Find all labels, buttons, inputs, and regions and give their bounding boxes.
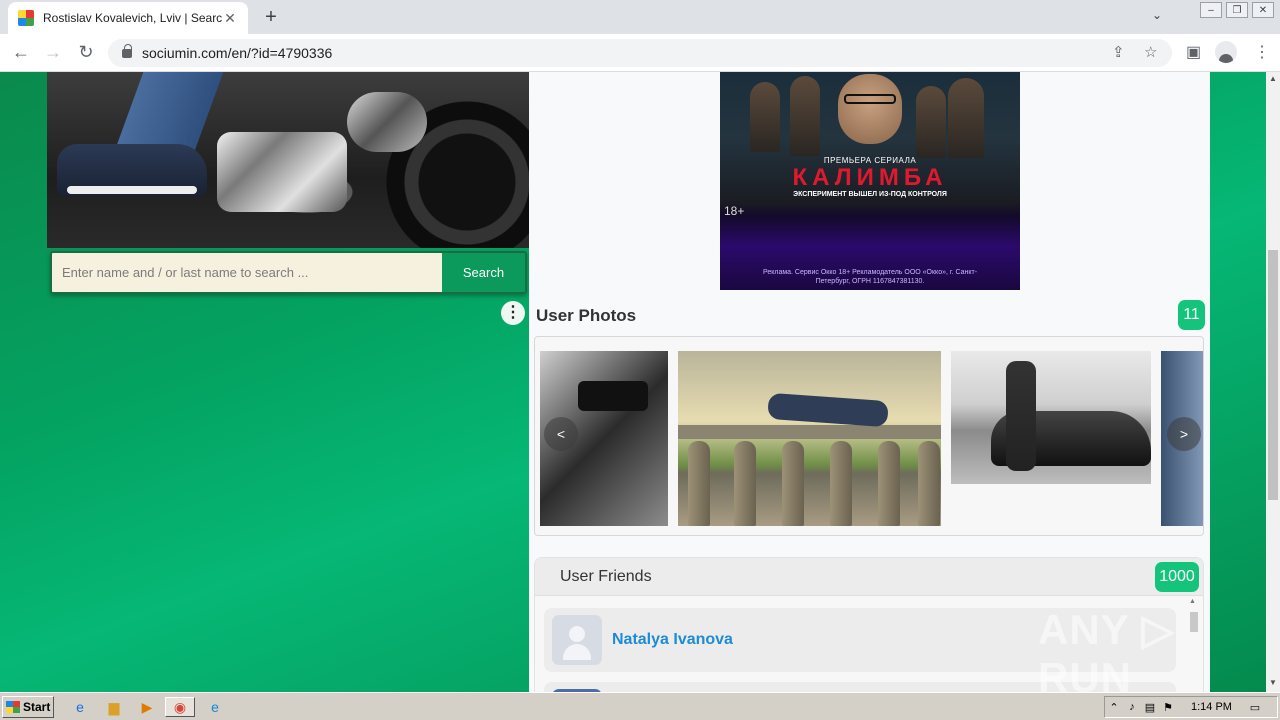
network-icon[interactable]: ▤ — [1141, 701, 1159, 714]
forward-arrow-icon[interactable]: → — [42, 42, 64, 63]
site-favicon-icon — [18, 10, 34, 26]
window-controls: – ❐ ✕ — [1200, 2, 1274, 18]
profile-avatar-icon[interactable] — [1215, 41, 1237, 63]
url-text: sociumin.com/en/?id=4790336 — [142, 45, 333, 61]
more-options-icon[interactable]: ⋮ — [501, 301, 525, 325]
user-photo[interactable] — [951, 351, 1151, 484]
clock[interactable]: 1:14 PM — [1191, 701, 1232, 713]
search-form: Enter name and / or last name to search … — [50, 251, 527, 294]
chrome-menu-icon[interactable]: ⋮ — [1254, 42, 1270, 62]
back-arrow-icon[interactable]: ← — [10, 42, 32, 63]
media-player-icon[interactable]: ▶ — [137, 697, 157, 717]
windows-logo-icon — [6, 701, 20, 713]
tab-title: Rostislav Kovalevich, Lviv | Search I — [43, 11, 222, 25]
profile-content-column: ПРЕМЬЕРА СЕРИАЛА КАЛИМБА ЭКСПЕРИМЕНТ ВЫШ… — [529, 72, 1210, 692]
anyrun-watermark: ANY ▷ RUN — [1038, 606, 1175, 692]
share-icon[interactable]: ⇪ — [1112, 43, 1125, 61]
system-tray: ⌃ ♪ ▤ ⚑ 1:14 PM ▭ — [1104, 696, 1278, 718]
user-friends-heading: User Friends — [560, 568, 652, 585]
page-scrollbar[interactable]: ▲ ▼ — [1266, 72, 1280, 692]
browser-toolbar: ← → ↻ sociumin.com/en/?id=4790336 ⇪ ☆ ▣ … — [0, 34, 1280, 72]
restore-button[interactable]: ❐ — [1226, 2, 1248, 18]
photo-carousel: < > — [534, 336, 1204, 536]
new-tab-button[interactable]: + — [260, 6, 282, 29]
ad-age-rating: 18+ — [724, 204, 745, 218]
friend-name-link[interactable]: Natalya Ivanova — [612, 631, 733, 649]
chrome-taskbar-icon[interactable]: ◉ — [165, 697, 195, 717]
action-center-flag-icon[interactable]: ⚑ — [1159, 701, 1177, 714]
carousel-next-button[interactable]: > — [1167, 417, 1201, 451]
reload-icon[interactable]: ↻ — [75, 42, 97, 63]
side-panel-icon[interactable]: ▣ — [1186, 42, 1201, 62]
friend-avatar-icon — [552, 615, 602, 665]
ad-legal-text: Реклама. Сервис Окко 18+ Рекламодатель О… — [762, 269, 978, 285]
tab-search-chevron-icon[interactable]: ⌄ — [1152, 8, 1162, 22]
file-explorer-icon[interactable]: ▆ — [104, 697, 124, 717]
hero-motorcycle-image — [47, 72, 529, 248]
internet-explorer-icon[interactable]: e — [70, 697, 90, 717]
edge-icon[interactable]: e — [205, 697, 225, 717]
close-window-button[interactable]: ✕ — [1252, 2, 1274, 18]
page-viewport: Enter name and / or last name to search … — [0, 72, 1266, 692]
start-button[interactable]: Start — [2, 696, 54, 718]
tab-close-icon[interactable]: ✕ — [222, 10, 238, 27]
advertisement-banner[interactable]: ПРЕМЬЕРА СЕРИАЛА КАЛИМБА ЭКСПЕРИМЕНТ ВЫШ… — [720, 72, 1020, 290]
ad-title: КАЛИМБА — [792, 164, 948, 191]
show-desktop-icon[interactable]: ▭ — [1246, 701, 1264, 714]
user-photo[interactable] — [678, 351, 941, 526]
address-bar[interactable]: sociumin.com/en/?id=4790336 ⇪ ☆ — [108, 39, 1172, 67]
start-label: Start — [23, 700, 51, 714]
browser-tab[interactable]: Rostislav Kovalevich, Lviv | Search I ✕ — [8, 2, 248, 34]
search-input[interactable]: Enter name and / or last name to search … — [52, 253, 442, 292]
ad-subtitle: ЭКСПЕРИМЕНТ ВЫШЕЛ ИЗ-ПОД КОНТРОЛЯ — [793, 191, 947, 198]
search-button[interactable]: Search — [442, 253, 525, 292]
minimize-button[interactable]: – — [1200, 2, 1222, 18]
tab-strip: Rostislav Kovalevich, Lviv | Search I ✕ … — [0, 0, 1280, 34]
windows-taskbar: Start e ▆ ▶ ◉ e ⌃ ♪ ▤ ⚑ 1:14 PM ▭ — [0, 692, 1280, 720]
tray-expand-icon[interactable]: ⌃ — [1105, 701, 1123, 714]
bookmark-star-icon[interactable]: ☆ — [1144, 43, 1157, 61]
carousel-prev-button[interactable]: < — [544, 417, 578, 451]
lock-icon — [122, 43, 132, 58]
volume-icon[interactable]: ♪ — [1123, 701, 1141, 713]
photos-count-badge: 11 — [1178, 300, 1205, 330]
friends-count-badge: 1000 — [1155, 562, 1199, 592]
user-photos-heading: User Photos — [536, 306, 637, 325]
